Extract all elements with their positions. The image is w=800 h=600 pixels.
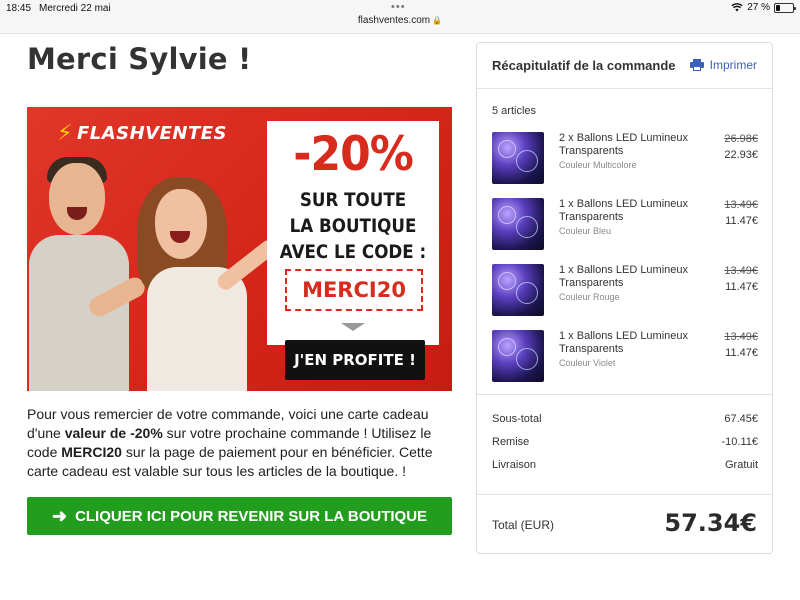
order-item: 1 x Ballons LED Lumineux Transparents Co… xyxy=(492,330,758,382)
item-variant: Couleur Rouge xyxy=(559,292,620,302)
grand-total: Total (EUR) 57.34€ xyxy=(477,494,772,554)
status-right: 27 % xyxy=(731,2,796,13)
promo-banner[interactable]: ⚡ FLASHVENTES -20% SUR TOUTE LA BOUTIQUE… xyxy=(27,107,452,391)
total-label: Total (EUR) xyxy=(492,518,555,532)
arrow-right-icon: ➜ xyxy=(51,505,68,526)
totals-section: Sous-total 67.45€ Remise -10.11€ Livrais… xyxy=(477,394,772,471)
product-thumbnail xyxy=(492,198,544,250)
man-figure xyxy=(29,235,129,391)
promo-line-1: SUR TOUTE xyxy=(299,189,407,211)
printer-icon xyxy=(689,59,704,71)
promo-card: -20% SUR TOUTE LA BOUTIQUE AVEC LE CODE … xyxy=(267,121,439,345)
item-name: 1 x Ballons LED Lumineux Transparents xyxy=(559,330,689,355)
item-name: 2 x Ballons LED Lumineux Transparents xyxy=(559,132,689,157)
discount-label: Remise xyxy=(492,436,530,448)
status-time: 18:45 xyxy=(6,3,32,14)
promo-line-3: AVEC LE CODE : xyxy=(279,241,427,263)
thank-you-message: Pour vous remercier de votre commande, v… xyxy=(27,405,457,481)
order-summary: Récapitulatif de la commande Imprimer 5 … xyxy=(476,42,773,554)
product-thumbnail xyxy=(492,264,544,316)
item-variant: Couleur Multicolore xyxy=(559,160,637,170)
promo-code: MERCI20 xyxy=(285,269,423,311)
item-name: 1 x Ballons LED Lumineux Transparents xyxy=(559,264,689,289)
brand-logo-text: FLASHVENTES xyxy=(76,123,228,144)
return-to-shop-button[interactable]: ➜ CLIQUER ICI POUR REVENIR SUR LA BOUTIQ… xyxy=(27,497,452,535)
item-price: 11.47€ xyxy=(725,215,758,227)
return-button-label: CLIQUER ICI POUR REVENIR SUR LA BOUTIQUE xyxy=(75,507,428,525)
profit-button[interactable]: J'EN PROFITE ! xyxy=(285,340,425,380)
item-count: 5 articles xyxy=(492,105,537,117)
print-button[interactable]: Imprimer xyxy=(689,58,757,72)
discount-value: -10.11€ xyxy=(721,436,759,448)
more-dots-icon[interactable]: ••• xyxy=(391,1,406,13)
battery-percent: 27 % xyxy=(747,2,770,13)
promo-text: SUR TOUTE LA BOUTIQUE AVEC LE CODE : xyxy=(277,187,428,265)
item-old-price: 13.49€ xyxy=(724,331,758,343)
total-value: 57.34€ xyxy=(664,509,757,537)
status-date: Mercredi 22 mai xyxy=(39,3,111,14)
item-variant: Couleur Violet xyxy=(559,358,616,368)
woman-face xyxy=(155,189,207,259)
item-name: 1 x Ballons LED Lumineux Transparents xyxy=(559,198,689,223)
wifi-icon xyxy=(731,3,743,12)
lock-icon: 🔒 xyxy=(432,16,443,25)
url-text: flashventes.com xyxy=(357,15,431,26)
battery-fill xyxy=(776,4,781,11)
brand-logo: ⚡ FLASHVENTES xyxy=(57,121,227,146)
subtotal-label: Sous-total xyxy=(492,413,542,425)
summary-header: Récapitulatif de la commande Imprimer xyxy=(477,43,772,89)
item-old-price: 13.49€ xyxy=(724,199,758,211)
shipping-label: Livraison xyxy=(492,459,537,471)
message-bold-code: MERCI20 xyxy=(61,444,122,460)
battery-icon xyxy=(774,2,796,13)
man-face xyxy=(49,163,105,235)
summary-title: Récapitulatif de la commande xyxy=(492,58,676,73)
item-old-price: 13.49€ xyxy=(724,265,758,277)
order-item: 1 x Ballons LED Lumineux Transparents Co… xyxy=(492,198,758,250)
lightning-icon: ⚡ xyxy=(57,121,73,146)
item-old-price: 26.98€ xyxy=(724,133,758,145)
product-thumbnail xyxy=(492,132,544,184)
product-thumbnail xyxy=(492,330,544,382)
item-variant: Couleur Bleu xyxy=(559,226,612,236)
order-item: 2 x Ballons LED Lumineux Transparents Co… xyxy=(492,132,758,184)
shipping-value: Gratuit xyxy=(724,459,758,471)
print-label: Imprimer xyxy=(709,58,757,72)
promo-line-2: LA BOUTIQUE xyxy=(289,215,417,237)
page-title: Merci Sylvie ! xyxy=(27,42,252,76)
item-price: 11.47€ xyxy=(725,281,758,293)
message-bold-discount: valeur de -20% xyxy=(64,425,163,441)
status-bar: 18:45 Mercredi 22 mai ••• flashventes.co… xyxy=(0,0,800,34)
down-arrow-icon xyxy=(341,323,365,331)
item-price: 11.47€ xyxy=(725,347,758,359)
order-item: 1 x Ballons LED Lumineux Transparents Co… xyxy=(492,264,758,316)
promo-discount: -20% xyxy=(293,126,414,183)
subtotal-value: 67.45€ xyxy=(724,413,758,425)
item-price: 22.93€ xyxy=(724,149,758,161)
address-bar[interactable]: flashventes.com 🔒 xyxy=(0,15,800,26)
